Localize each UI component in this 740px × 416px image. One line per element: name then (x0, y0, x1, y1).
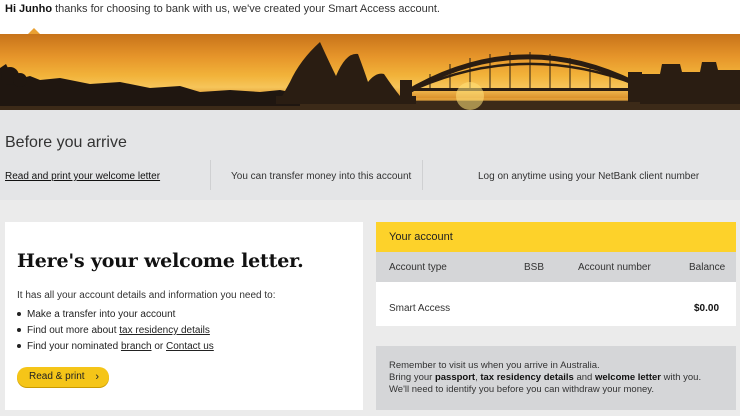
your-account-card: Your account Account type BSB Account nu… (376, 222, 736, 326)
welcome-list: Make a transfer into your account Find o… (17, 307, 214, 355)
bullet-icon (17, 344, 21, 349)
column-header: Balance (689, 262, 726, 273)
greeting-message: thanks for choosing to bank with us, we'… (55, 3, 440, 15)
list-item-text: or (154, 341, 164, 352)
arrival-note: Remember to visit us when you arrive in … (376, 346, 736, 410)
branch-link[interactable]: branch (121, 341, 152, 352)
chevron-right-icon: › (95, 371, 99, 383)
netbank-info: Log on anytime using your NetBank client… (478, 171, 700, 182)
top-greeting-bar: Hi Junho thanks for choosing to bank wit… (0, 0, 740, 35)
account-header: Your account (376, 222, 736, 252)
note-line: We'll need to identify you before you ca… (389, 384, 654, 395)
welcome-intro: It has all your account details and info… (17, 290, 276, 301)
bullet-icon (17, 328, 21, 333)
tax-residency-link[interactable]: tax residency details (119, 325, 210, 336)
note-line: Bring your passport, tax residency detai… (389, 372, 701, 384)
divider (210, 160, 211, 190)
read-and-print-button[interactable]: Read & print › (17, 367, 109, 387)
account-title: Your account (389, 231, 453, 243)
column-header: BSB (524, 262, 545, 273)
list-item-text: Find your nominated (27, 341, 119, 352)
note-bold: welcome letter (594, 372, 661, 383)
note-line: Remember to visit us when you arrive in … (389, 360, 600, 371)
balance-cell: $0.00 (694, 303, 720, 314)
button-label: Read & print (29, 371, 85, 382)
greeting-text: Hi Junho thanks for choosing to bank wit… (5, 3, 440, 15)
before-you-arrive-panel: Before you arrive Read and print your we… (0, 110, 740, 200)
column-header: Account number (578, 262, 651, 273)
note-text: and (576, 372, 593, 383)
note-text: Bring your (389, 372, 433, 383)
divider (422, 160, 423, 190)
note-bold: tax residency details (480, 372, 574, 383)
list-item: Find your nominated branch or Contact us (17, 339, 214, 355)
transfer-info: You can transfer money into this account (231, 171, 412, 182)
bullet-icon (17, 312, 21, 317)
list-item: Find out more about tax residency detail… (17, 323, 214, 339)
account-type-cell: Smart Access (389, 303, 451, 314)
note-bold: passport (434, 372, 476, 383)
note-text: , (475, 372, 478, 383)
account-table-header: Account type BSB Account number Balance (376, 252, 736, 282)
greeting-name: Hi Junho (5, 3, 53, 15)
section-title: Before you arrive (5, 134, 127, 151)
contact-us-link[interactable]: Contact us (166, 341, 214, 352)
welcome-letter-link[interactable]: Read and print your welcome letter (5, 171, 160, 182)
list-item: Make a transfer into your account (17, 307, 214, 323)
sydney-harbour-banner (0, 34, 740, 110)
list-item-text: Find out more about (27, 325, 117, 336)
banner-illustration (0, 42, 740, 110)
note-text: with you. (663, 372, 702, 383)
list-item-text: Make a transfer into your account (27, 309, 176, 320)
welcome-heading: Here's your welcome letter. (17, 250, 304, 272)
welcome-letter-card: Here's your welcome letter. It has all y… (5, 222, 363, 410)
column-header: Account type (389, 262, 447, 273)
